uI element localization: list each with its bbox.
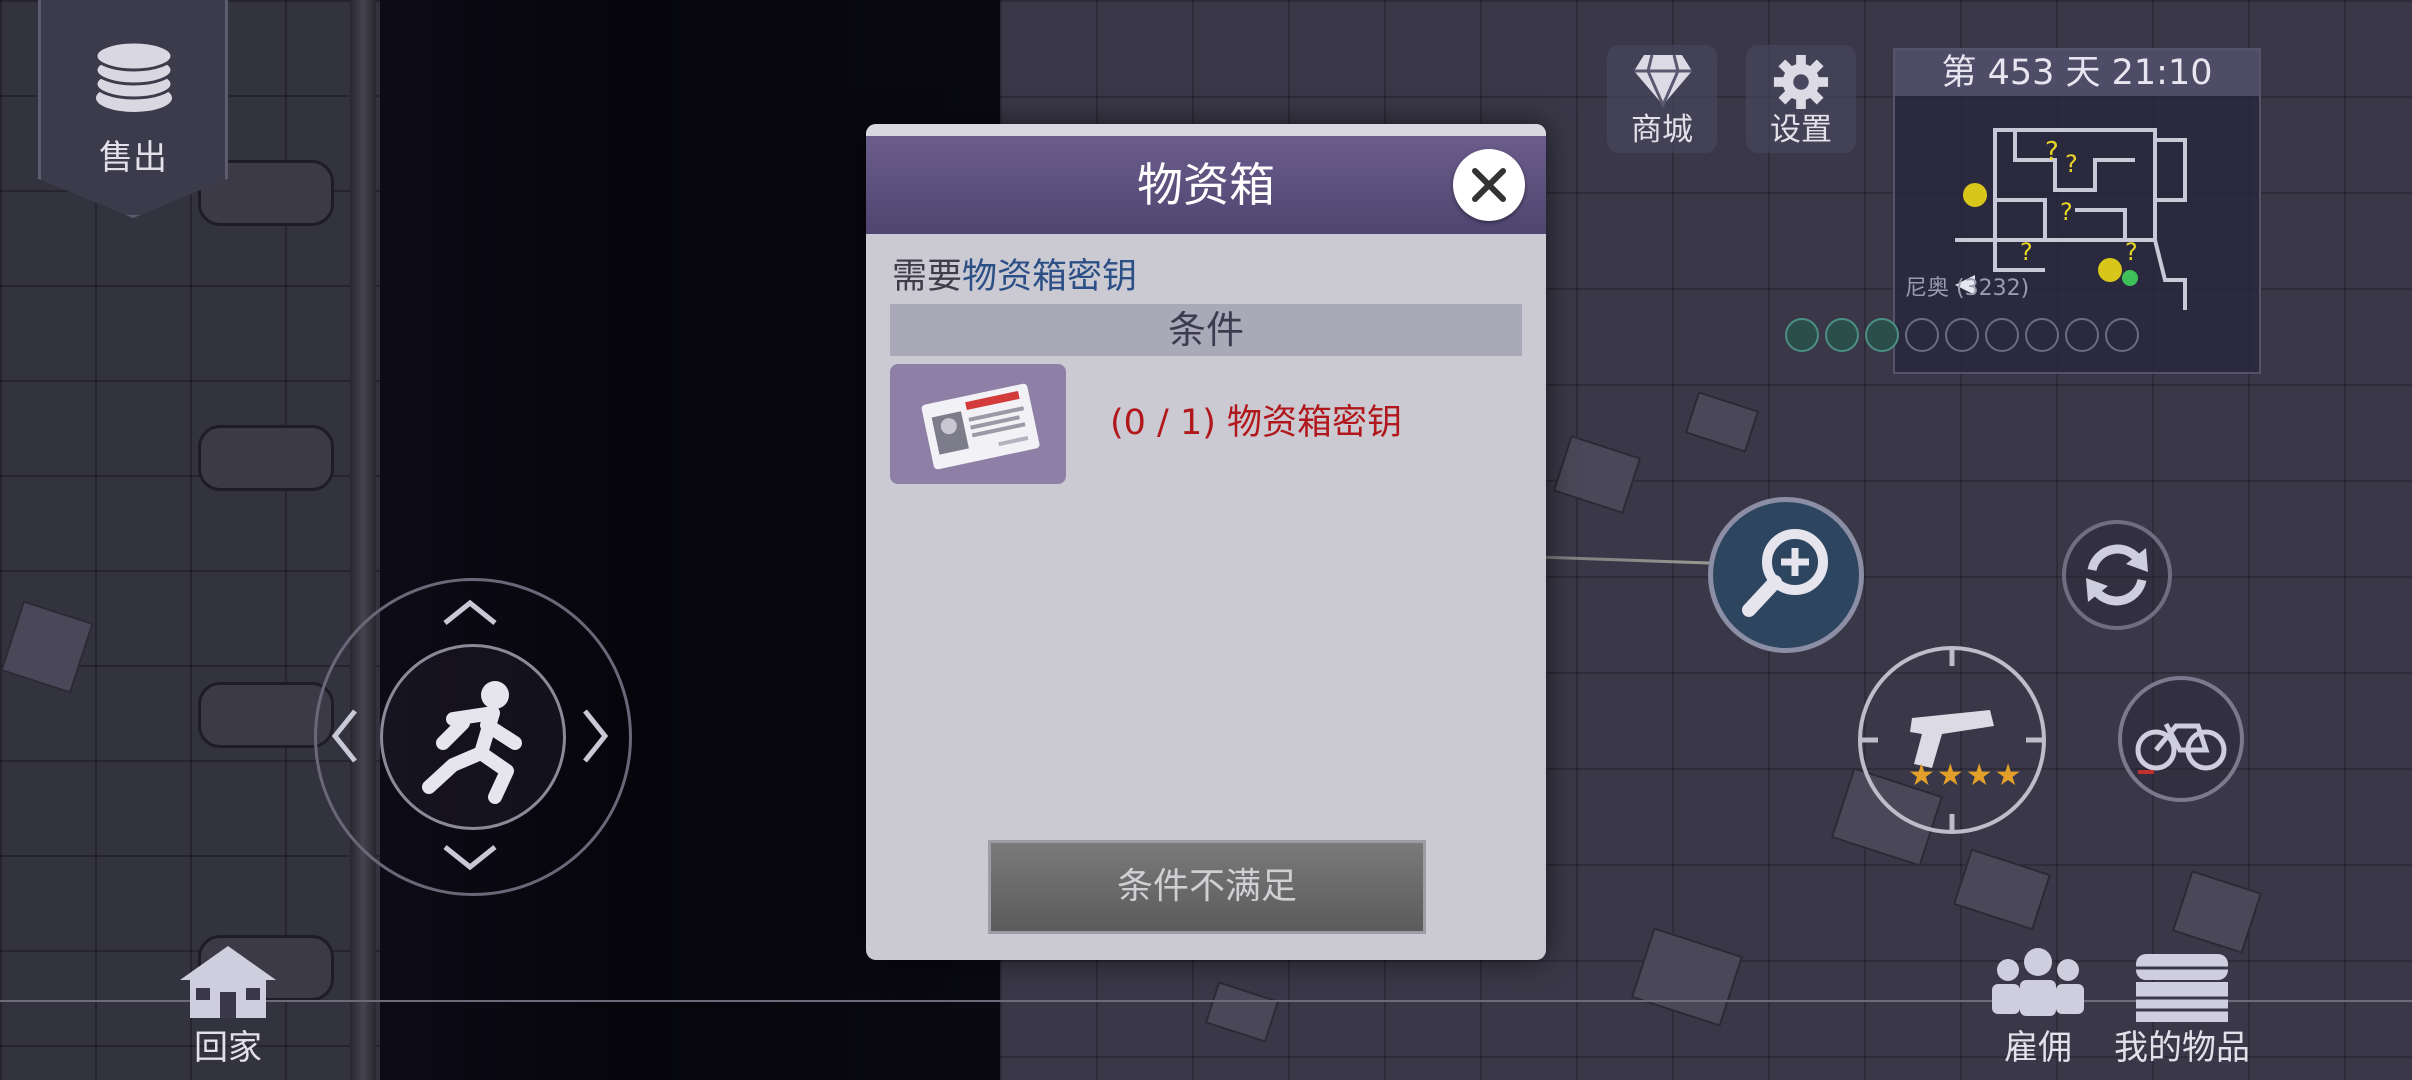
arrow-right-icon[interactable] [580, 706, 610, 766]
weapon-rating-stars: ★★★★ [1908, 758, 2024, 793]
arrow-left-icon[interactable] [330, 706, 360, 766]
shop-label: 商城 [1631, 112, 1693, 148]
sell-label: 售出 [99, 138, 167, 178]
status-icon [1905, 318, 1939, 352]
coins-icon [94, 40, 174, 112]
status-icon [1865, 318, 1899, 352]
pistol-icon [1842, 630, 2062, 850]
running-man-icon [422, 681, 522, 804]
svg-text:?: ? [2045, 137, 2059, 167]
my-items-button[interactable]: 我的物品 [2108, 1020, 2256, 1069]
status-icon [2025, 318, 2059, 352]
svg-text:?: ? [2060, 198, 2073, 226]
supply-box-dialog: 物资箱 需要物资箱密钥 条件 (0 / 1) 物资箱密钥 条件不满足 [866, 124, 1546, 960]
status-icon [1825, 318, 1859, 352]
sprint-button[interactable] [380, 644, 566, 830]
gear-icon [1773, 54, 1829, 110]
minimap-player-label: 尼奥 (3232) [1905, 276, 2030, 301]
settings-button[interactable]: 设置 [1746, 45, 1856, 153]
weapon-button[interactable] [1842, 630, 2062, 850]
parked-car [198, 425, 334, 491]
requirement-prefix: 需要 [892, 257, 963, 297]
status-effects-row [1785, 318, 2139, 352]
status-icon [1985, 318, 2019, 352]
svg-text:?: ? [2065, 150, 2078, 178]
required-item-slot [890, 364, 1066, 484]
people-icon[interactable] [1988, 944, 2088, 1018]
close-icon [1472, 168, 1506, 202]
condition-progress-text: (0 / 1) 物资箱密钥 [1110, 403, 1403, 443]
wall-pipe [350, 0, 376, 1080]
shop-button[interactable]: 商城 [1607, 45, 1717, 153]
diamond-icon [1634, 54, 1692, 107]
status-icon [2105, 318, 2139, 352]
status-icon [2065, 318, 2099, 352]
id-card-icon [921, 383, 1040, 470]
svg-text:?: ? [2125, 238, 2138, 266]
chest-icon[interactable] [2132, 948, 2232, 1024]
arrow-up-icon[interactable] [440, 598, 500, 628]
close-button[interactable] [1453, 149, 1525, 221]
conditions-header: 条件 [890, 304, 1522, 356]
dialog-header: 物资箱 [866, 124, 1546, 234]
house-icon[interactable] [176, 944, 280, 1020]
dialog-title: 物资箱 [1137, 158, 1275, 212]
sell-button[interactable]: 售出 [38, 0, 228, 218]
refresh-icon [2086, 544, 2148, 606]
refresh-button[interactable] [2062, 520, 2172, 630]
status-icon [1945, 318, 1979, 352]
requirement-item: 物资箱密钥 [962, 257, 1138, 297]
settings-label: 设置 [1770, 112, 1832, 148]
zoom-button[interactable] [1708, 497, 1864, 653]
arrow-down-icon[interactable] [440, 842, 500, 872]
home-button[interactable]: 回家 [166, 1020, 290, 1069]
svg-text:?: ? [2020, 238, 2033, 266]
conditions-unmet-button[interactable]: 条件不满足 [988, 840, 1426, 934]
magnifier-plus-icon [1742, 529, 1828, 617]
requirement-text: 需要物资箱密钥 [892, 248, 1137, 299]
day-time-display: 第 453 天 21:10 [1895, 50, 2259, 96]
vehicle-button[interactable] [2118, 676, 2244, 802]
status-icon [1785, 318, 1819, 352]
hire-button[interactable]: 雇佣 [1988, 1020, 2088, 1069]
bicycle-icon [2135, 722, 2227, 774]
